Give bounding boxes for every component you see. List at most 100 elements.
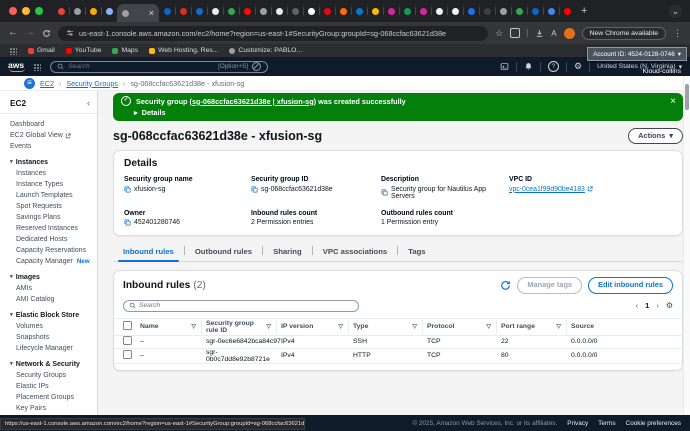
sidebar-item-amis[interactable]: AMIs <box>16 283 97 294</box>
browser-tab[interactable] <box>479 3 495 19</box>
new-tab-button[interactable]: + <box>581 5 587 17</box>
browser-tab-active[interactable]: × <box>117 4 159 22</box>
browser-tab[interactable] <box>69 3 85 19</box>
scrollbar-thumb[interactable] <box>685 84 689 110</box>
table-settings-gear-icon[interactable]: ⚙ <box>666 302 673 310</box>
new-chrome-available-button[interactable]: New Chrome available <box>582 27 666 40</box>
filter-icon[interactable]: ▽ <box>191 323 196 330</box>
minimize-window-icon[interactable] <box>22 7 30 15</box>
browser-tab[interactable] <box>399 3 415 19</box>
close-window-icon[interactable] <box>9 7 17 15</box>
sidebar-section-elastic-block-store[interactable]: ▾Elastic Block Store <box>10 310 97 321</box>
page-scrollbar[interactable] <box>683 76 690 415</box>
sidebar-item-launch-templates[interactable]: Launch Templates <box>16 190 97 201</box>
edit-inbound-rules-button[interactable]: Edit inbound rules <box>588 277 673 293</box>
tab-close-icon[interactable]: × <box>149 9 154 18</box>
browser-tab[interactable] <box>495 3 511 19</box>
browser-tab[interactable] <box>175 3 191 19</box>
rules-search[interactable] <box>123 300 359 312</box>
page-next-icon[interactable]: › <box>656 301 659 310</box>
manage-tags-button[interactable]: Manage tags <box>517 277 582 293</box>
url-input[interactable] <box>79 29 480 38</box>
tab-tags[interactable]: Tags <box>398 245 435 261</box>
sidebar-item-savings-plans[interactable]: Savings Plans <box>16 212 97 223</box>
breadcrumb-security-groups-link[interactable]: Security Groups <box>66 79 118 88</box>
apps-grid-icon[interactable] <box>9 47 17 55</box>
column-header-source[interactable]: Source <box>571 320 669 334</box>
site-info-icon[interactable] <box>66 29 74 37</box>
browser-tab[interactable] <box>101 3 117 19</box>
column-header-rule-id[interactable]: Security group rule ID▽ <box>206 320 277 334</box>
row-checkbox[interactable] <box>123 350 132 359</box>
sidebar-item-snapshots[interactable]: Snapshots <box>16 332 97 343</box>
back-icon[interactable]: ← <box>8 28 18 38</box>
tab-search-icon[interactable]: ⌄ <box>669 5 682 18</box>
sidebar-item-reserved-instances[interactable]: Reserved Instances <box>16 223 97 234</box>
extensions-icon[interactable] <box>510 28 520 38</box>
browser-tab[interactable] <box>53 3 69 19</box>
filter-icon[interactable]: ▽ <box>556 323 561 330</box>
sidebar-item-placement-groups[interactable]: Placement Groups <box>16 392 97 403</box>
browser-tab[interactable] <box>223 3 239 19</box>
column-header-port-range[interactable]: Port range▽ <box>501 320 567 334</box>
sidebar-collapse-icon[interactable]: ‹ <box>87 98 90 108</box>
copy-icon[interactable] <box>381 189 388 196</box>
browser-tab[interactable] <box>303 3 319 19</box>
account-menu-label[interactable]: Kloud-collins <box>642 68 681 75</box>
sidebar-item-instances[interactable]: Instances <box>16 168 97 179</box>
settings-gear-icon[interactable]: ⚙ <box>574 62 582 71</box>
actions-button[interactable]: Actions ▾ <box>628 128 683 144</box>
page-number[interactable]: 1 <box>645 301 649 310</box>
maximize-window-icon[interactable] <box>35 7 43 15</box>
sidebar-section-images[interactable]: ▾Images <box>10 272 97 283</box>
page-prev-icon[interactable]: ‹ <box>636 301 639 310</box>
vpc-id-link[interactable]: vpc-0cea1f99d90be4183 <box>509 186 593 193</box>
sidebar-item-instance-types[interactable]: Instance Types <box>16 179 97 190</box>
browser-tab[interactable] <box>85 3 101 19</box>
browser-tab[interactable] <box>239 3 255 19</box>
browser-tab[interactable] <box>367 3 383 19</box>
help-icon[interactable]: ? <box>548 61 559 72</box>
column-header-name[interactable]: Name▽ <box>140 320 202 334</box>
sidebar-item-capacity-reservations[interactable]: Capacity Reservations <box>16 245 97 256</box>
tab-sharing[interactable]: Sharing <box>263 245 312 261</box>
forward-icon[interactable]: → <box>25 28 35 38</box>
sidebar-item-key-pairs[interactable]: Key Pairs <box>16 403 97 414</box>
select-all-checkbox[interactable] <box>123 321 132 330</box>
sidebar-item-ami-catalog[interactable]: AMI Catalog <box>16 294 97 305</box>
sidebar-section-instances[interactable]: ▾Instances <box>10 157 97 168</box>
sidebar-item-security-groups[interactable]: Security Groups <box>16 370 97 381</box>
table-row[interactable]: – sgr-0ec6e6842bca84c97 IPv4 SSH TCP 22 … <box>114 335 682 348</box>
breadcrumb-ec2-link[interactable]: EC2 <box>40 79 54 88</box>
sidebar-section-network-security[interactable]: ▾Network & Security <box>10 359 97 370</box>
browser-tab[interactable] <box>255 3 271 19</box>
translate-icon[interactable]: A <box>551 29 556 38</box>
footer-terms-link[interactable]: Terms <box>598 420 615 427</box>
bookmark-maps[interactable]: Maps <box>112 47 138 54</box>
shortcut-toggle-icon[interactable] <box>252 62 261 71</box>
bookmark-web-hosting[interactable]: Web Hosting, Res... <box>149 47 218 54</box>
browser-tab[interactable] <box>383 3 399 19</box>
browser-tab[interactable] <box>511 3 527 19</box>
filter-icon[interactable]: ▽ <box>338 323 343 330</box>
console-search-input[interactable] <box>68 63 214 70</box>
filter-icon[interactable]: ▽ <box>486 323 491 330</box>
sidebar-item-volumes[interactable]: Volumes <box>16 321 97 332</box>
sidebar-item-dashboard[interactable]: Dashboard <box>10 119 97 130</box>
column-header-ip-version[interactable]: IP version▽ <box>281 320 349 334</box>
tab-vpc-associations[interactable]: VPC associations <box>313 245 398 261</box>
refresh-icon[interactable] <box>500 280 511 291</box>
services-grid-icon[interactable] <box>33 63 41 71</box>
tab-outbound-rules[interactable]: Outbound rules <box>185 245 262 261</box>
sidebar-item-dedicated-hosts[interactable]: Dedicated Hosts <box>16 234 97 245</box>
console-menu-icon[interactable]: ≡ <box>24 78 35 89</box>
sidebar-item-ec2-global-view[interactable]: EC2 Global View <box>10 130 97 141</box>
browser-tab[interactable] <box>207 3 223 19</box>
browser-menu-icon[interactable]: ⋮ <box>673 28 682 39</box>
row-checkbox[interactable] <box>123 336 132 345</box>
column-header-protocol[interactable]: Protocol▽ <box>427 320 497 334</box>
browser-tab[interactable] <box>543 3 559 19</box>
aws-logo[interactable]: aws <box>8 61 24 73</box>
address-bar[interactable] <box>58 26 488 41</box>
reload-icon[interactable] <box>42 29 51 38</box>
